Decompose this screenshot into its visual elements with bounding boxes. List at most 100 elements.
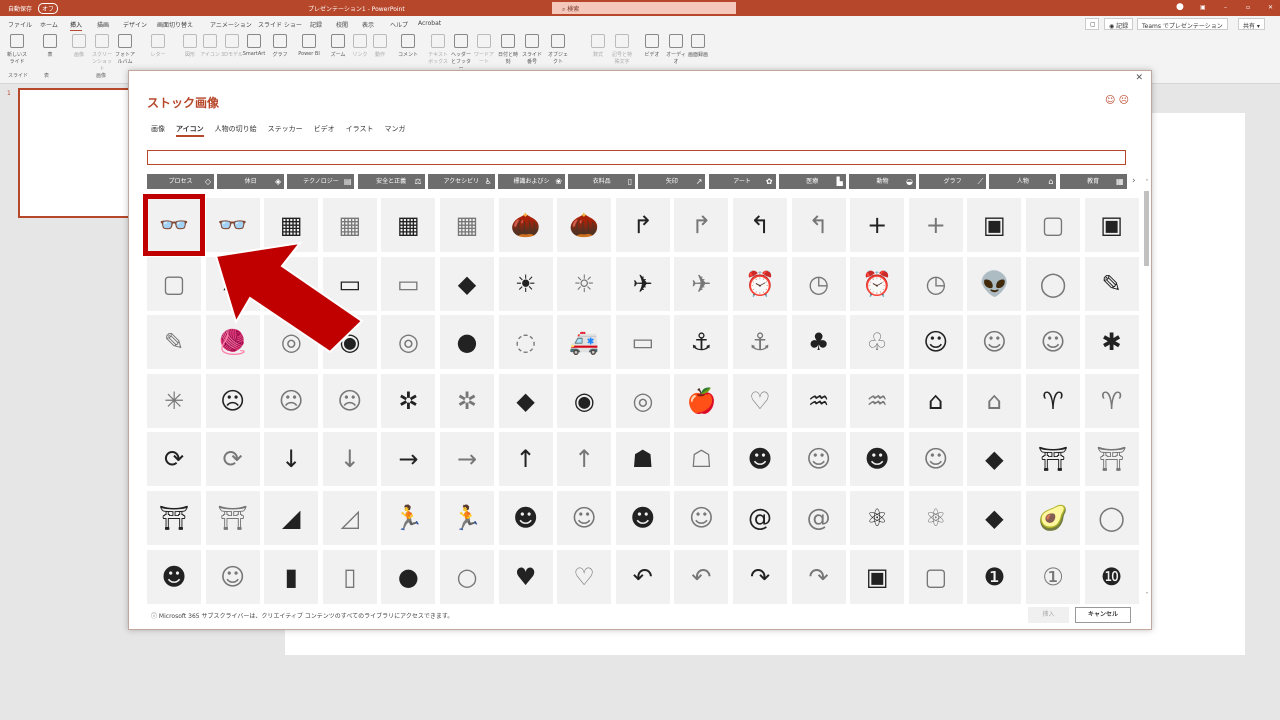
category-button[interactable]: プロセス ◇ (147, 174, 214, 189)
icon-cell-coral[interactable]: ♣ (791, 315, 846, 370)
ribbon-button[interactable]: 画像 (67, 34, 91, 58)
icon-cell-arrow-curve-left[interactable]: ↰ (733, 198, 787, 252)
icon-cell-head-brain[interactable]: ☗ (615, 432, 670, 487)
icon-cell-arrow-down[interactable]: ↓ (264, 432, 319, 487)
icon-cell-billboard[interactable]: ▭ (322, 256, 377, 311)
icon-cell-billboard-outline[interactable]: ▭ (381, 256, 436, 311)
ribbon-button[interactable]: 記号と特殊文字 (610, 34, 634, 65)
icon-cell-arrow-up-thin[interactable]: ↑ (557, 432, 612, 487)
icon-cell-agriculture-outline[interactable]: ☼ (557, 256, 612, 311)
menu-tab[interactable]: 表示 (362, 20, 374, 29)
icon-cell-anger-symbol-outline[interactable]: ✳ (147, 373, 201, 428)
ribbon-button[interactable]: 新しいスライド (5, 34, 29, 65)
icon-cell-airplane-outline[interactable]: ✈ (674, 256, 729, 311)
icon-cell-reply[interactable]: ↶ (615, 549, 670, 604)
ribbon-button[interactable]: 動作 (368, 34, 392, 58)
icon-cell-crawling-baby-outline[interactable]: ○ (440, 549, 494, 604)
icon-cell-alarm-ringing-outline[interactable]: ◷ (908, 256, 963, 311)
icon-cell-address-book-2[interactable]: ▣ (1084, 198, 1139, 252)
menu-tab[interactable]: アニメーション (210, 20, 252, 29)
tab-0[interactable]: 画像 (151, 125, 165, 133)
icon-search-input[interactable] (147, 150, 1126, 165)
icon-cell-asia[interactable]: ◆ (967, 432, 1022, 487)
restore-icon[interactable]: ▫ (1246, 4, 1250, 11)
ribbon-button[interactable]: 日付と時刻 (496, 34, 520, 65)
category-button[interactable]: アート ✿ (708, 174, 776, 189)
icon-cell-angel-face-outline-2[interactable]: ☺ (1026, 315, 1080, 370)
icon-cell-angry-face[interactable]: ☹ (205, 373, 260, 428)
icon-cell-button-outline[interactable]: ◌ (498, 315, 553, 370)
tab-1[interactable]: アイコン (176, 125, 204, 137)
icon-cell-climber-outline[interactable]: ◿ (322, 491, 377, 545)
ribbon-button[interactable]: ヘッダーとフッター (449, 34, 473, 72)
menu-tab[interactable]: ファイル (8, 20, 32, 29)
ribbon-button[interactable]: アイコン (198, 34, 222, 58)
icon-cell-pagoda[interactable]: ⛩ (1026, 432, 1080, 487)
icon-cell-aquarius[interactable]: ♒ (791, 373, 846, 428)
icon-cell-button[interactable]: ● (440, 315, 494, 370)
ribbon-button[interactable]: オーディオ (664, 34, 688, 65)
icon-cell-baby-outline[interactable]: ☺ (205, 549, 260, 604)
ribbon-button[interactable]: スライド番号 (520, 34, 544, 65)
icon-cell-australia[interactable]: ◆ (967, 491, 1022, 545)
icon-cell-acorn[interactable]: 🌰 (498, 198, 553, 252)
icon-cell-abacus-2[interactable]: ▦ (381, 198, 436, 252)
icon-cell-antarctica[interactable]: ◆ (498, 373, 553, 428)
icon-cell-aperture[interactable]: ◉ (557, 373, 612, 428)
category-button[interactable]: グラフ ⟋ (919, 174, 987, 189)
ribbon-button[interactable]: ズーム (326, 34, 350, 58)
icon-cell-aries-outline[interactable]: ♈ (1084, 373, 1139, 428)
account-icon[interactable]: ● (1176, 2, 1184, 12)
icon-cell-baby-bottle[interactable]: ▮ (264, 549, 319, 604)
category-button[interactable]: 矢印 ↗ (638, 174, 706, 189)
ribbon-button[interactable]: Power BI (297, 34, 321, 57)
icon-cell-address-book-outline[interactable]: ▢ (1026, 198, 1080, 252)
category-button[interactable]: 医療 ▙ (778, 174, 846, 189)
icon-cell-measuring-tape-outline[interactable]: ◎ (381, 315, 436, 370)
ribbon-button[interactable]: グラフ (268, 34, 292, 58)
icon-cell-arrow-right-thin[interactable]: → (440, 432, 494, 487)
icon-cell-artist-2[interactable]: ☻ (850, 432, 905, 487)
icon-cell-astronaut[interactable]: ☻ (498, 491, 553, 545)
icon-cell-plus-outline[interactable]: + (908, 198, 963, 252)
icon-cell-aries[interactable]: ♈ (1026, 373, 1080, 428)
scroll-down-icon[interactable]: ˅ (1143, 592, 1151, 599)
icon-cell-aperture-outline[interactable]: ◎ (615, 373, 670, 428)
menu-tab[interactable]: スライド ショー (258, 20, 302, 29)
ribbon-button[interactable]: コメント (396, 34, 420, 58)
icon-cell-angel-face[interactable]: ☺ (908, 315, 963, 370)
icon-cell-atom[interactable]: ⚛ (850, 491, 905, 545)
icon-cell-alarm-ringing[interactable]: ⏰ (850, 256, 905, 311)
icon-cell-climber[interactable]: ◢ (264, 491, 319, 545)
record-button[interactable]: ◉ 記録 (1104, 18, 1134, 30)
icon-cell-ant-outline[interactable]: ✲ (440, 373, 494, 428)
icon-cell-artist[interactable]: ☻ (733, 432, 787, 487)
icon-cell-refresh[interactable]: ⟳ (147, 432, 201, 487)
icon-cell-confused-face[interactable]: ☹ (322, 373, 377, 428)
ribbon-button[interactable]: ビデオ (640, 34, 664, 58)
icon-cell-alarm-clock-outline[interactable]: ◷ (791, 256, 846, 311)
ribbon-button[interactable]: ワードアート (472, 34, 496, 65)
icon-cell-head-brain-outline[interactable]: ☖ (674, 432, 729, 487)
icon-cell-arrow-right[interactable]: → (381, 432, 436, 487)
close-dialog-icon[interactable]: ✕ (1135, 73, 1143, 83)
category-button[interactable]: テクノロジー ▤ (287, 174, 355, 189)
menu-tab[interactable]: Acrobat (418, 20, 441, 27)
icon-cell-arrow-curve-right[interactable]: ↱ (615, 198, 670, 252)
ribbon-button[interactable]: オブジェクト (546, 34, 570, 65)
icon-cell-anger-symbol[interactable]: ✱ (1084, 315, 1139, 370)
minimize-icon[interactable]: – (1224, 4, 1227, 11)
menu-tab[interactable]: 描画 (97, 20, 109, 29)
icon-cell-artist-2-outline[interactable]: ☺ (908, 432, 963, 487)
menu-tab[interactable]: 記録 (310, 20, 322, 29)
icon-cell-arrow-curve-right-outline[interactable]: ↱ (674, 198, 729, 252)
ribbon-button[interactable]: 数式 (586, 34, 610, 58)
icon-cell-abacus[interactable]: ▦ (264, 198, 319, 252)
category-button[interactable]: 標識およびシ ❀ (498, 174, 565, 189)
menu-tab[interactable]: 画面切り替え (157, 20, 193, 29)
menu-tab[interactable]: ホーム (40, 20, 58, 29)
ribbon-button[interactable]: レター (146, 34, 170, 58)
category-button[interactable]: 人物 ⌂ (989, 174, 1057, 189)
search-box[interactable]: ⌕ 検索 (552, 2, 736, 14)
icon-cell-number-10[interactable]: ❿ (1084, 549, 1139, 604)
